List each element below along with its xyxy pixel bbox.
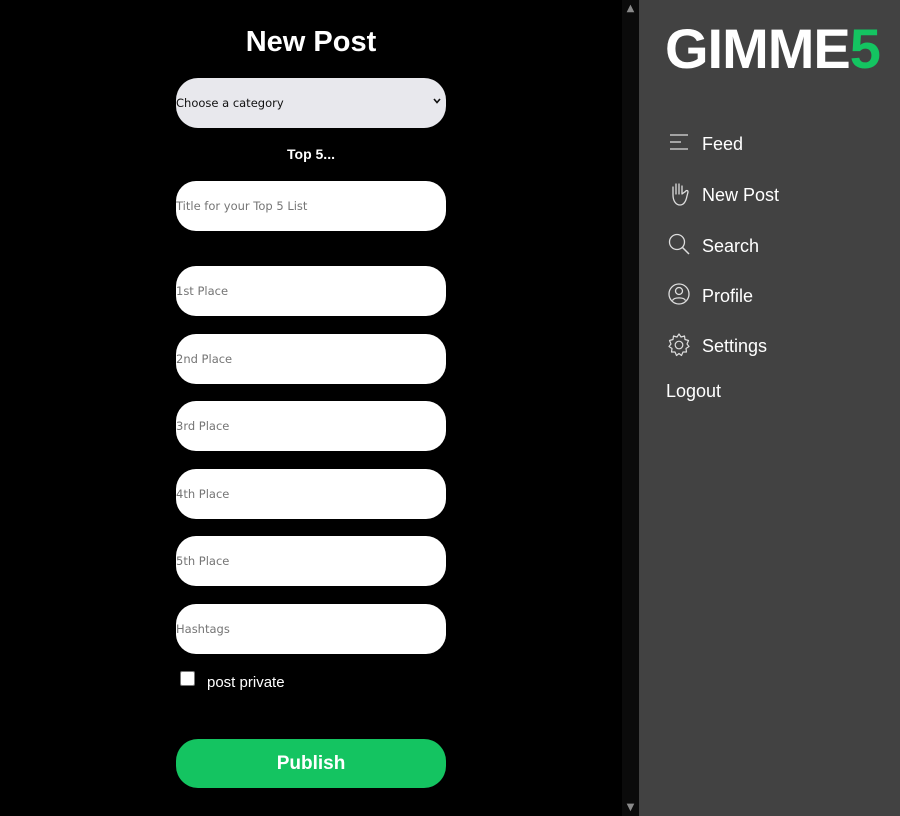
third-place-placeholder: 3rd Place [176, 419, 230, 433]
main-scrollbar[interactable]: ▲ ▼ [622, 0, 639, 816]
first-place-placeholder: 1st Place [176, 284, 229, 298]
profile-icon [668, 283, 690, 305]
feed-lines-icon [670, 134, 688, 150]
gimme5-logo[interactable]: GIMME5 [665, 21, 881, 77]
logo-main-text: GIMME [665, 17, 851, 80]
publish-button[interactable]: Publish [176, 739, 446, 788]
sidebar-item-search[interactable]: Search [666, 232, 886, 262]
hashtags-field[interactable]: Hashtags [176, 604, 446, 654]
sidebar-item-label: Search [702, 236, 760, 256]
search-icon [668, 233, 690, 255]
post-private-label: post private [207, 674, 285, 691]
post-private-checkbox[interactable] [180, 671, 195, 686]
fourth-place-field[interactable]: 4th Place [176, 469, 446, 519]
sidebar-item-settings[interactable]: Settings [666, 332, 886, 362]
sidebar-item-label: Profile [702, 286, 754, 306]
category-select-value: Choose a category [176, 96, 284, 110]
logo-accent-text: 5 [849, 17, 881, 80]
sidebar-item-label: Feed [702, 134, 744, 154]
fifth-place-placeholder: 5th Place [176, 554, 230, 568]
hashtags-placeholder: Hashtags [176, 622, 230, 636]
sidebar-item-feed[interactable]: Feed [666, 130, 886, 160]
sidebar [639, 0, 900, 816]
list-title-field[interactable]: Title for your Top 5 List [176, 181, 446, 231]
sidebar-item-label: New Post [702, 185, 780, 205]
list-title-placeholder: Title for your Top 5 List [176, 199, 308, 213]
category-select[interactable]: Choose a category [176, 78, 446, 128]
scroll-down-icon[interactable]: ▼ [622, 799, 639, 816]
sidebar-item-profile[interactable]: Profile [666, 282, 886, 312]
chevron-down-icon [433, 98, 441, 104]
gear-icon [668, 333, 690, 357]
top5-label: Top 5... [287, 146, 335, 162]
sidebar-item-new-post[interactable]: New Post [666, 181, 886, 211]
hand-icon [672, 183, 689, 206]
fourth-place-placeholder: 4th Place [176, 487, 230, 501]
second-place-placeholder: 2nd Place [176, 352, 233, 366]
second-place-field[interactable]: 2nd Place [176, 334, 446, 384]
sidebar-item-label: Settings [702, 336, 768, 356]
first-place-field[interactable]: 1st Place [176, 266, 446, 316]
third-place-field[interactable]: 3rd Place [176, 401, 446, 451]
scroll-up-icon[interactable]: ▲ [622, 0, 639, 17]
page-title: New Post [245, 26, 377, 58]
new-post-panel: New Post Choose a category Top 5... Titl… [0, 0, 622, 816]
logout-link[interactable]: Logout [666, 381, 721, 402]
fifth-place-field[interactable]: 5th Place [176, 536, 446, 586]
